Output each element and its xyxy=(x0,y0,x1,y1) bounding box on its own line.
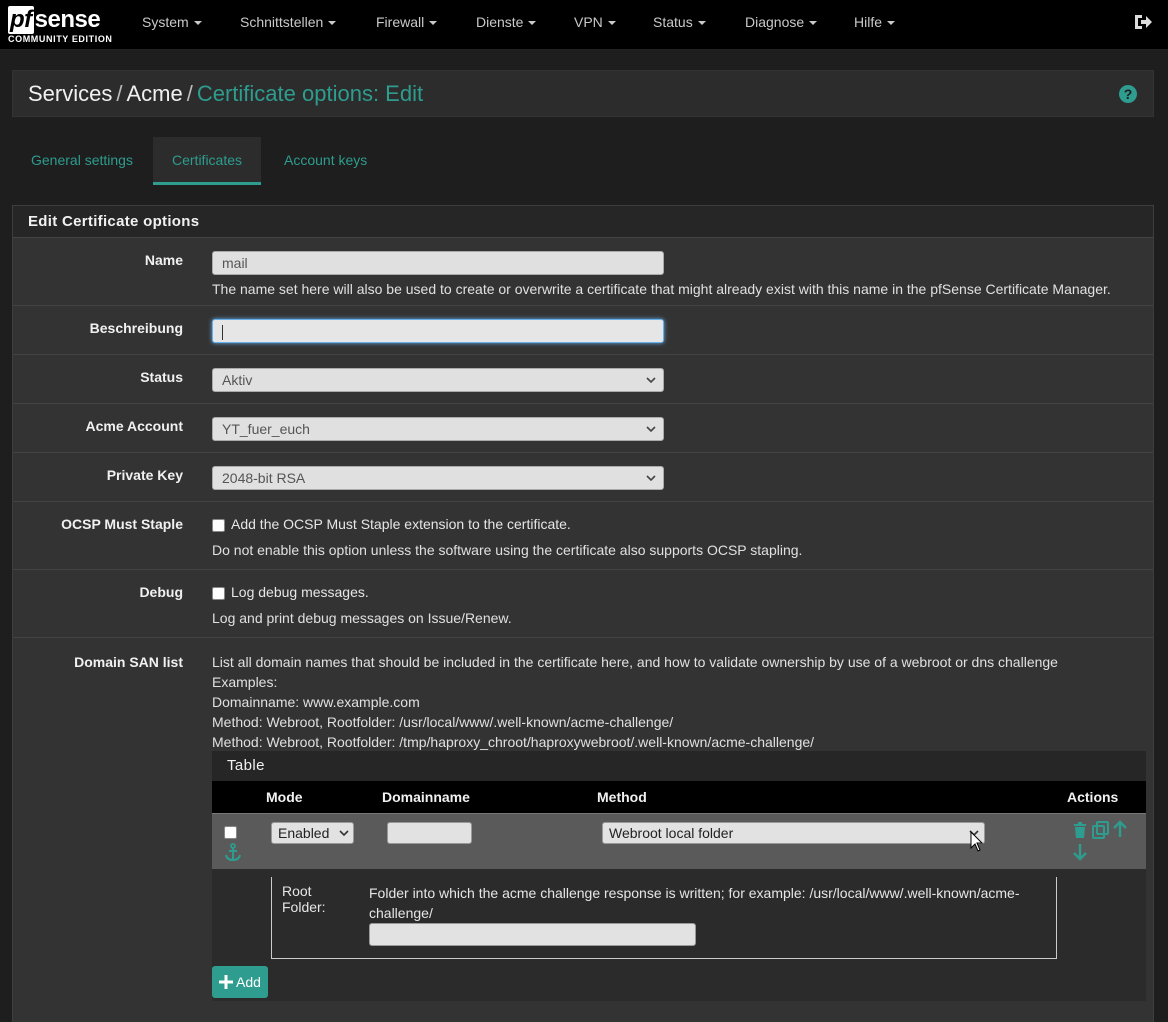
row-status: Status Aktiv xyxy=(13,354,1153,403)
nav-status[interactable]: Status xyxy=(653,0,706,44)
private-key-select[interactable]: 2048-bit RSA xyxy=(212,466,664,490)
chevron-down-icon xyxy=(646,475,656,482)
caret-down-icon xyxy=(429,21,438,26)
row-select-checkbox[interactable] xyxy=(224,826,237,839)
san-help-line-3: Domainname: www.example.com xyxy=(212,694,420,710)
pfsense-logo[interactable]: pf sense COMMUNITY EDITION xyxy=(8,6,118,46)
san-help-line-2: Examples: xyxy=(212,674,278,690)
ocsp-checkbox[interactable] xyxy=(212,518,225,532)
nav-firewall[interactable]: Firewall xyxy=(376,0,438,44)
caret-down-icon xyxy=(528,21,537,26)
caret-down-icon xyxy=(809,21,818,26)
nav-interfaces[interactable]: Schnittstellen xyxy=(240,0,337,44)
nav-services[interactable]: Dienste xyxy=(476,0,537,44)
trash-icon[interactable] xyxy=(1072,821,1088,839)
status-select[interactable]: Aktiv xyxy=(212,368,664,392)
ocsp-help: Do not enable this option unless the sof… xyxy=(212,542,803,558)
breadcrumb-acme[interactable]: Acme xyxy=(126,81,182,106)
method-select[interactable]: Webroot local folder xyxy=(602,822,985,844)
edit-certificate-panel: Edit Certificate options Name mail The n… xyxy=(12,205,1154,1022)
col-domainname: Domainname xyxy=(382,789,470,805)
mode-select[interactable]: Enabled xyxy=(271,822,354,844)
ocsp-label: OCSP Must Staple xyxy=(61,516,183,532)
breadcrumb-services[interactable]: Services xyxy=(28,81,112,106)
chevron-down-icon xyxy=(646,426,656,433)
breadcrumb: Services / Acme / Certificate options: Edit xyxy=(28,81,424,106)
debug-help: Log and print debug messages on Issue/Re… xyxy=(212,610,512,626)
question-icon[interactable]: ? xyxy=(1119,85,1137,103)
add-button[interactable]: Add xyxy=(212,966,268,998)
row-description: Beschreibung xyxy=(13,305,1153,354)
arrow-down-icon[interactable] xyxy=(1072,843,1088,861)
nav-vpn[interactable]: VPN xyxy=(574,0,616,44)
chevron-down-icon xyxy=(339,830,349,837)
debug-checkbox[interactable] xyxy=(212,586,225,600)
nav-diagnostics[interactable]: Diagnose xyxy=(745,0,818,44)
text-caret xyxy=(222,324,223,340)
san-help-line-5: Method: Webroot, Rootfolder: /tmp/haprox… xyxy=(212,734,815,750)
tab-account-keys[interactable]: Account keys xyxy=(265,137,386,185)
acme-account-select[interactable]: YT_fuer_euch xyxy=(212,417,664,441)
copy-icon[interactable] xyxy=(1092,821,1110,839)
anchor-icon[interactable] xyxy=(223,843,243,863)
logout-icon[interactable] xyxy=(1133,12,1153,32)
plus-icon xyxy=(219,975,233,989)
caret-down-icon xyxy=(887,21,896,26)
acme-account-label: Acme Account xyxy=(85,418,183,434)
root-folder-label: Root Folder: xyxy=(282,883,326,915)
tab-bar: General settings Certificates Account ke… xyxy=(12,137,1154,187)
caret-down-icon xyxy=(697,21,706,26)
status-label: Status xyxy=(140,369,183,385)
nav-help[interactable]: Hilfe xyxy=(854,0,896,44)
row-name: Name mail The name set here will also be… xyxy=(13,237,1153,305)
private-key-label: Private Key xyxy=(106,467,183,483)
name-label: Name xyxy=(144,252,183,268)
breadcrumb-current[interactable]: Certificate options: Edit xyxy=(197,81,423,106)
arrow-up-icon[interactable] xyxy=(1112,820,1128,838)
col-mode: Mode xyxy=(266,789,303,805)
row-ocsp: OCSP Must Staple Add the OCSP Must Stapl… xyxy=(13,501,1153,569)
root-folder-help: Folder into which the acme challenge res… xyxy=(369,885,1020,921)
description-label: Beschreibung xyxy=(89,320,183,336)
tab-certificates[interactable]: Certificates xyxy=(153,137,262,185)
domainname-input[interactable] xyxy=(387,822,472,844)
caret-down-icon xyxy=(193,21,202,26)
logo-name: sense xyxy=(34,6,101,33)
chevron-down-icon xyxy=(646,377,656,384)
san-help-line-4: Method: Webroot, Rootfolder: /usr/local/… xyxy=(212,714,674,730)
debug-label: Debug xyxy=(139,584,183,600)
san-table: Table Mode Domainname Method Actions Ena… xyxy=(212,751,1146,1001)
ocsp-checkbox-label: Add the OCSP Must Staple extension to th… xyxy=(231,516,571,532)
name-help: The name set here will also be used to c… xyxy=(212,281,1111,297)
row-private-key: Private Key 2048-bit RSA xyxy=(13,452,1153,501)
logo-edition: COMMUNITY EDITION xyxy=(8,34,113,44)
domain-san-label: Domain SAN list xyxy=(74,654,183,670)
root-folder-input[interactable] xyxy=(369,923,696,946)
col-method: Method xyxy=(597,789,647,805)
description-input[interactable] xyxy=(212,319,664,343)
nav-system[interactable]: System xyxy=(142,0,202,44)
caret-down-icon xyxy=(328,21,337,26)
san-table-title: Table xyxy=(212,751,1146,781)
debug-checkbox-label: Log debug messages. xyxy=(231,584,369,600)
logo-prefix: pf xyxy=(8,6,34,34)
name-input[interactable]: mail xyxy=(212,251,664,275)
root-folder-box: Root Folder: Folder into which the acme c… xyxy=(271,877,1057,959)
top-navbar: pf sense COMMUNITY EDITION System Schnitt… xyxy=(0,0,1168,50)
san-table-header: Mode Domainname Method Actions xyxy=(212,781,1146,813)
mouse-cursor-icon xyxy=(970,831,984,852)
caret-down-icon xyxy=(607,21,616,26)
row-acme-account: Acme Account YT_fuer_euch xyxy=(13,403,1153,452)
col-actions: Actions xyxy=(1067,789,1119,805)
panel-heading: Edit Certificate options xyxy=(13,206,1153,237)
tab-general-settings[interactable]: General settings xyxy=(12,137,152,185)
san-help-line-1: List all domain names that should be inc… xyxy=(212,654,1058,670)
row-debug: Debug Log debug messages. Log and print … xyxy=(13,569,1153,637)
page-header: Services / Acme / Certificate options: Edit … xyxy=(12,70,1154,117)
table-row: Enabled Webroot local folder xyxy=(212,813,1146,869)
